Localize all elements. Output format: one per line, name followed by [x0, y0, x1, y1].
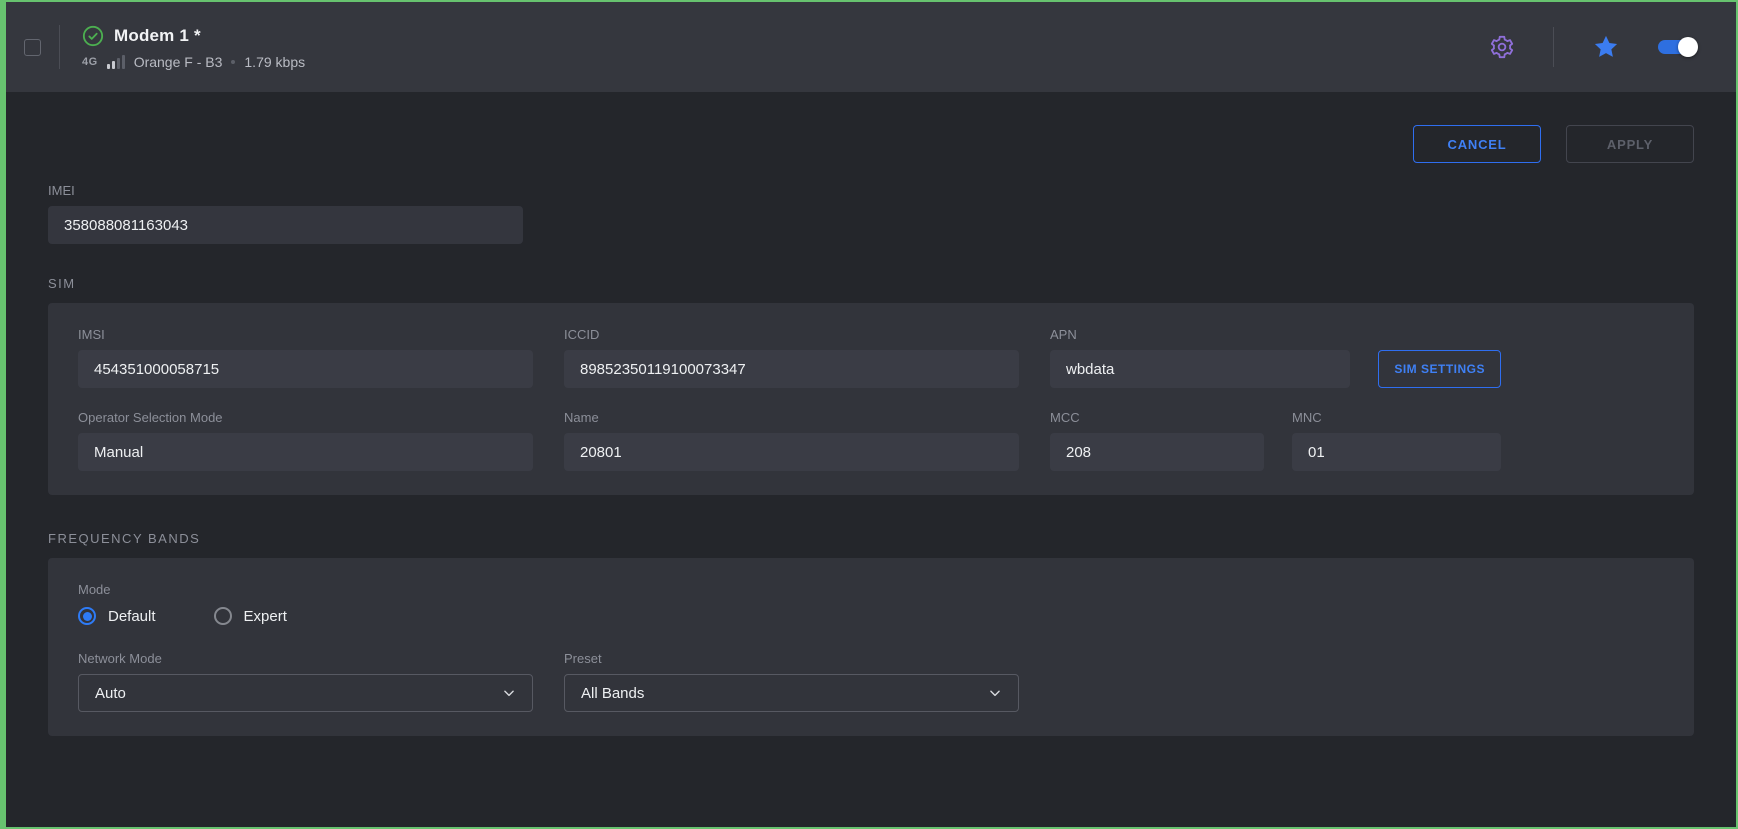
mcc-field-block: MCC: [1050, 410, 1264, 471]
mcc-mnc-row: MCC MNC: [1050, 410, 1501, 471]
iccid-field-block: ICCID: [564, 327, 1019, 388]
preset-label: Preset: [564, 651, 1019, 666]
status-ok-icon: [82, 25, 104, 47]
operator-name-input[interactable]: [564, 433, 1019, 471]
modem-settings-button[interactable]: [1489, 34, 1515, 60]
modem-title-block: Modem 1 * 4G Orange F - B3 1.79 kbps: [82, 25, 305, 70]
chevron-down-icon: [502, 686, 516, 700]
modem-config-window: Modem 1 * 4G Orange F - B3 1.79 kbps: [0, 0, 1738, 829]
mcc-label: MCC: [1050, 410, 1264, 425]
toggle-knob: [1678, 37, 1698, 57]
network-mode-label: Network Mode: [78, 651, 533, 666]
mode-radio-default[interactable]: Default: [78, 607, 156, 625]
radio-selected-icon: [78, 607, 96, 625]
mode-radio-group: Default Expert: [78, 607, 1664, 625]
mnc-field-block: MNC: [1292, 410, 1501, 471]
mode-option-label: Expert: [244, 608, 287, 625]
iccid-label: ICCID: [564, 327, 1019, 342]
mnc-input[interactable]: [1292, 433, 1501, 471]
mcc-input[interactable]: [1050, 433, 1264, 471]
network-mode-select[interactable]: Auto: [78, 674, 533, 712]
preset-select[interactable]: All Bands: [564, 674, 1019, 712]
apply-button[interactable]: APPLY: [1566, 125, 1694, 163]
radio-unselected-icon: [214, 607, 232, 625]
imsi-label: IMSI: [78, 327, 533, 342]
iccid-input[interactable]: [564, 350, 1019, 388]
mode-radio-expert[interactable]: Expert: [214, 607, 287, 625]
sim-card: IMSI ICCID APN SIM SETTINGS Operator Sel…: [48, 303, 1694, 495]
modem-enable-toggle[interactable]: [1658, 40, 1696, 54]
apn-field-block: APN: [1050, 327, 1350, 388]
network-mode-block: Network Mode Auto: [78, 651, 533, 712]
network-mode-value: Auto: [95, 685, 126, 702]
signal-strength-icon: [107, 55, 125, 69]
modem-header: Modem 1 * 4G Orange F - B3 1.79 kbps: [6, 2, 1736, 92]
imei-label: IMEI: [48, 183, 523, 198]
data-rate: 1.79 kbps: [244, 54, 305, 70]
modem-select-checkbox[interactable]: [24, 39, 41, 56]
header-divider: [1553, 27, 1554, 67]
header-divider: [59, 25, 60, 69]
gear-icon: [1489, 34, 1515, 60]
operator-selection-mode-block: Operator Selection Mode: [78, 410, 533, 471]
mnc-label: MNC: [1292, 410, 1501, 425]
mode-option-label: Default: [108, 608, 156, 625]
preset-value: All Bands: [581, 685, 644, 702]
imei-input[interactable]: [48, 206, 523, 244]
modem-status-row: 4G Orange F - B3 1.79 kbps: [82, 54, 305, 70]
favorite-button[interactable]: [1592, 33, 1620, 61]
operator-selection-mode-input[interactable]: [78, 433, 533, 471]
frequency-bands-section-title: FREQUENCY BANDS: [48, 531, 1694, 546]
modem-title: Modem 1 *: [114, 26, 201, 46]
chevron-down-icon: [988, 686, 1002, 700]
operator-name: Orange F - B3: [134, 54, 223, 70]
star-icon: [1592, 33, 1620, 61]
sim-settings-button[interactable]: SIM SETTINGS: [1378, 350, 1501, 388]
dot-separator: [231, 60, 235, 64]
preset-block: Preset All Bands: [564, 651, 1019, 712]
sim-section-title: SIM: [48, 276, 1694, 291]
imsi-input[interactable]: [78, 350, 533, 388]
form-actions: CANCEL APPLY: [48, 125, 1694, 163]
band-dropdowns-row: Network Mode Auto Preset All Bands: [78, 651, 1664, 712]
operator-selection-mode-label: Operator Selection Mode: [78, 410, 533, 425]
operator-name-block: Name: [564, 410, 1019, 471]
network-type-label: 4G: [82, 56, 98, 68]
imei-field-block: IMEI: [48, 183, 523, 244]
operator-name-label: Name: [564, 410, 1019, 425]
header-actions: [1489, 27, 1696, 67]
frequency-bands-card: Mode Default Expert Network Mode Auto: [48, 558, 1694, 736]
imsi-field-block: IMSI: [78, 327, 533, 388]
modem-config-form: CANCEL APPLY IMEI SIM IMSI ICCID APN: [6, 125, 1736, 736]
apn-row: APN SIM SETTINGS: [1050, 327, 1501, 388]
cancel-button[interactable]: CANCEL: [1413, 125, 1541, 163]
apn-label: APN: [1050, 327, 1350, 342]
apn-input[interactable]: [1050, 350, 1350, 388]
mode-label: Mode: [78, 582, 1664, 597]
